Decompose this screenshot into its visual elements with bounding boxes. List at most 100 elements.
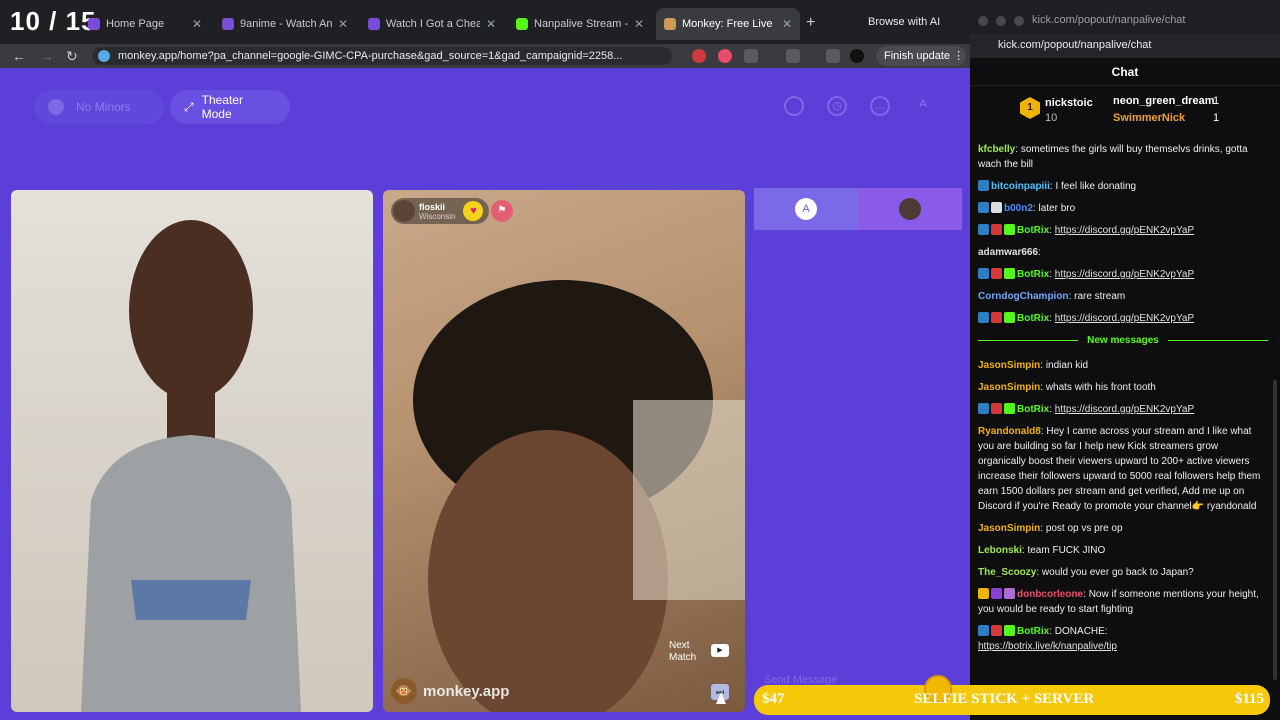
- finish-update-button[interactable]: Finish update ⋮: [876, 46, 966, 66]
- extension-icon[interactable]: [718, 49, 732, 63]
- extension-icon[interactable]: [692, 49, 706, 63]
- tab-home-page[interactable]: Home Page ✕: [80, 8, 210, 40]
- chat-message: Lebonski: team FUCK JINO: [978, 543, 1268, 558]
- heart-icon[interactable]: ♥: [463, 201, 484, 221]
- report-icon[interactable]: ⚑: [491, 200, 513, 222]
- chat-username[interactable]: Ryandonald8: [978, 426, 1041, 437]
- badge-icon: [978, 403, 989, 414]
- chat-icon[interactable]: …: [870, 96, 890, 116]
- url-text: monkey.app/home?pa_channel=google-GIMC-C…: [118, 50, 623, 62]
- tab-watch-cheat[interactable]: Watch I Got a Cheat Sk ✕: [360, 8, 504, 40]
- chat-username[interactable]: The_Scoozy: [978, 567, 1036, 578]
- profile-avatar[interactable]: [850, 49, 864, 63]
- minimize-window-icon[interactable]: [996, 16, 1006, 26]
- chat-username[interactable]: BotRix: [1017, 404, 1049, 415]
- self-avatar: A: [795, 198, 817, 220]
- chat-link[interactable]: https://discord.gg/pENK2vpYaP: [1055, 269, 1194, 280]
- badge-icon: [978, 202, 989, 213]
- window-title-text: kick.com/popout/nanpalive/chat: [1032, 14, 1186, 26]
- reload-icon[interactable]: ↻: [66, 48, 78, 65]
- tab-favicon-icon: [88, 18, 100, 30]
- youtube-icon[interactable]: ▶: [711, 644, 729, 657]
- chat-message: JasonSimpin: post op vs pre op: [978, 521, 1268, 536]
- theater-mode-button[interactable]: ⤢ Theater Mode: [170, 90, 290, 124]
- chat-username[interactable]: JasonSimpin: [978, 382, 1040, 393]
- kick-icon: [516, 18, 528, 30]
- chat-message: kfcbelly: sometimes the girls will buy t…: [978, 142, 1268, 172]
- chat-link[interactable]: https://discord.gg/pENK2vpYaP: [1055, 313, 1194, 324]
- chat-address-bar[interactable]: kick.com/popout/nanpalive/chat: [970, 34, 1280, 58]
- no-minors-toggle[interactable]: No Minors: [34, 90, 164, 124]
- chat-username[interactable]: Lebonski: [978, 545, 1022, 556]
- close-icon[interactable]: ✕: [486, 17, 496, 31]
- badge-icon: [978, 180, 989, 191]
- chat-text: Hey I came across your stream and I like…: [978, 426, 1261, 512]
- new-messages-divider: New messages: [978, 333, 1268, 348]
- chat-link[interactable]: https://discord.gg/pENK2vpYaP: [1055, 404, 1194, 415]
- chat-link[interactable]: https://botrix.live/k/nanpalive/tip: [978, 641, 1117, 652]
- chat-username[interactable]: b00n2: [1004, 203, 1033, 214]
- badge-icon: [1004, 588, 1015, 599]
- match-location: Wisconsin: [419, 211, 456, 221]
- leader-1-name[interactable]: nickstoic: [1045, 97, 1093, 109]
- leader-2-count: 1: [1213, 95, 1220, 107]
- maximize-window-icon[interactable]: [1014, 16, 1024, 26]
- new-tab-button[interactable]: +: [806, 14, 815, 32]
- close-icon[interactable]: ✕: [634, 17, 644, 31]
- no-minors-icon: [48, 99, 64, 115]
- chat-username[interactable]: JasonSimpin: [978, 360, 1040, 371]
- chat-message: Ryandonald8: Hey I came across your stre…: [978, 424, 1268, 514]
- tab-favicon-icon: [222, 18, 234, 30]
- url-field[interactable]: monkey.app/home?pa_channel=google-GIMC-C…: [92, 47, 672, 65]
- chat-username[interactable]: bitcoinpapiii: [991, 181, 1050, 192]
- theater-mode-label: Theater Mode: [201, 93, 243, 121]
- leader-3-name[interactable]: SwimmerNick: [1113, 112, 1185, 124]
- profile-icon[interactable]: A: [913, 96, 933, 116]
- chat-username[interactable]: adamwar666: [978, 247, 1038, 258]
- close-icon[interactable]: ✕: [192, 17, 202, 31]
- tab-title: Home Page: [106, 18, 165, 30]
- tab-title: 9anime - Watch Anime: [240, 18, 332, 30]
- close-icon[interactable]: ✕: [782, 17, 792, 31]
- chat-message: bitcoinpapiii: I feel like donating: [978, 179, 1268, 194]
- chat-scrollbar[interactable]: [1273, 380, 1277, 680]
- monkey-top-bar: No Minors ⤢ Theater Mode ◷ … A: [0, 70, 970, 180]
- donation-goal-banner: $47 SELFIE STICK + SERVER $115: [754, 675, 1270, 715]
- browse-with-ai-button[interactable]: Browse with AI: [868, 16, 940, 28]
- tab-monkey[interactable]: Monkey: Free Live ✕: [656, 8, 800, 40]
- leader-3-count: 1: [1213, 112, 1220, 124]
- tab-self[interactable]: A: [754, 188, 858, 230]
- forward-icon[interactable]: →: [40, 48, 54, 64]
- chat-username[interactable]: BotRix: [1017, 313, 1049, 324]
- close-icon[interactable]: ✕: [338, 17, 348, 31]
- leader-2-name[interactable]: neon_green_dream: [1113, 95, 1214, 107]
- monkey-logo-icon: 🐵: [391, 678, 417, 704]
- cast-icon[interactable]: [786, 49, 800, 63]
- panel-tabs: A: [754, 188, 962, 230]
- tab-nanpalive-stream[interactable]: Nanpalive Stream - W ✕: [508, 8, 652, 40]
- chat-link[interactable]: https://discord.gg/pENK2vpYaP: [1055, 225, 1194, 236]
- chat-username[interactable]: kfcbelly: [978, 144, 1015, 155]
- badge-icon: [978, 588, 989, 599]
- site-info-icon[interactable]: [98, 50, 110, 62]
- tab-9anime[interactable]: 9anime - Watch Anime ✕: [214, 8, 356, 40]
- extensions-puzzle-icon[interactable]: [744, 49, 758, 63]
- chat-username[interactable]: JasonSimpin: [978, 523, 1040, 534]
- match-user-pill[interactable]: floskii Wisconsin ♥: [391, 198, 490, 224]
- history-icon[interactable]: ◷: [827, 96, 847, 116]
- badge-icon: [1004, 268, 1015, 279]
- chat-text: rare stream: [1074, 291, 1126, 302]
- chat-message: JasonSimpin: indian kid: [978, 358, 1268, 373]
- chat-username[interactable]: BotRix: [1017, 269, 1049, 280]
- close-window-icon[interactable]: [978, 16, 988, 26]
- tab-match[interactable]: [858, 188, 962, 230]
- crown-icon[interactable]: [784, 96, 804, 116]
- chat-username[interactable]: BotRix: [1017, 225, 1049, 236]
- back-icon[interactable]: ←: [12, 48, 26, 64]
- chat-username[interactable]: CorndogChampion: [978, 291, 1069, 302]
- tab-title: Watch I Got a Cheat Sk: [386, 18, 480, 30]
- chat-username[interactable]: BotRix: [1017, 626, 1049, 637]
- chat-text: whats with his front tooth: [1045, 382, 1156, 393]
- chat-username[interactable]: donbcorleone: [1017, 589, 1083, 600]
- reading-list-icon[interactable]: [826, 49, 840, 63]
